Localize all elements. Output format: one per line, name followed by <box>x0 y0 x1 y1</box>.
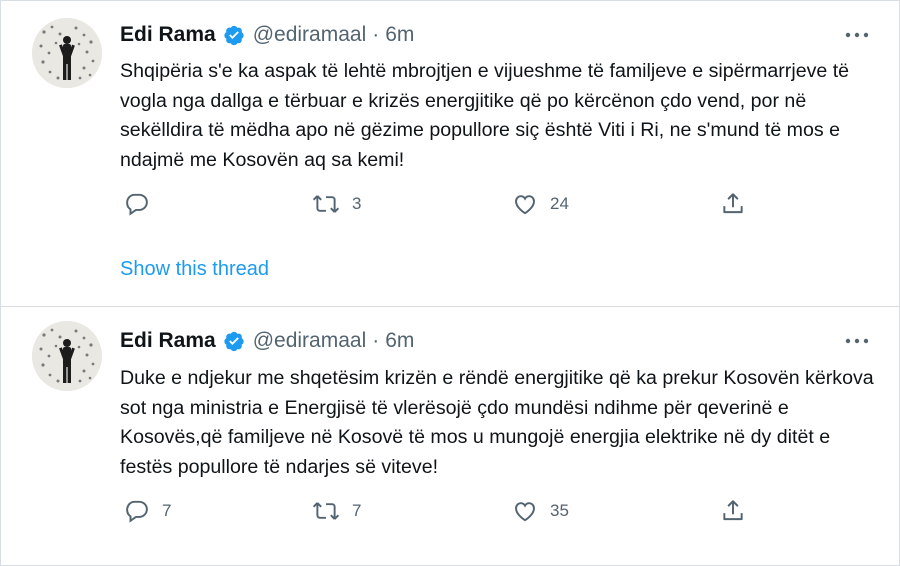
more-icon[interactable] <box>842 331 872 351</box>
tweet-actions: 3 24 <box>120 189 760 219</box>
show-thread-link[interactable]: Show this thread <box>120 258 269 281</box>
tweet-actions: 7 7 35 <box>120 496 760 526</box>
tweet[interactable]: Edi Rama @ediramaal · 6m Shqipëria s'e k… <box>0 0 900 307</box>
author-name[interactable]: Edi Rama <box>120 329 216 353</box>
author-name[interactable]: Edi Rama <box>120 23 216 47</box>
like-count: 35 <box>550 501 569 520</box>
avatar-image <box>32 18 102 88</box>
retweet-button[interactable]: 3 <box>312 189 361 219</box>
like-count: 24 <box>550 194 569 213</box>
like-button[interactable]: 35 <box>512 496 569 526</box>
reply-icon <box>126 193 148 216</box>
tweet-header: Edi Rama @ediramaal · 6m <box>120 326 414 356</box>
retweet-icon <box>312 502 340 520</box>
heart-icon <box>515 502 535 522</box>
verified-badge-icon <box>223 330 245 352</box>
more-icon[interactable] <box>842 25 872 45</box>
avatar[interactable] <box>32 18 102 88</box>
timestamp[interactable]: 6m <box>385 329 414 353</box>
reply-icon <box>126 500 148 523</box>
tweet-text: Shqipëria s'e ka aspak të lehtë mbrojtje… <box>120 60 850 171</box>
verified-badge-icon <box>223 24 245 46</box>
reply-button[interactable] <box>124 189 162 219</box>
share-button[interactable] <box>720 496 746 526</box>
separator-dot: · <box>372 23 380 46</box>
like-button[interactable]: 24 <box>512 189 569 219</box>
retweet-count: 3 <box>352 194 362 213</box>
tweet-text: Duke e ndjekur me shqetësim krizën e rën… <box>120 367 874 478</box>
share-button[interactable] <box>720 189 746 219</box>
retweet-button[interactable]: 7 <box>312 496 361 526</box>
heart-icon <box>515 195 535 215</box>
separator-dot: · <box>372 329 380 352</box>
tweet-header: Edi Rama @ediramaal · 6m <box>120 20 414 50</box>
share-icon <box>723 500 743 521</box>
avatar[interactable] <box>32 321 102 391</box>
tweet[interactable]: Edi Rama @ediramaal · 6m Duke e ndjekur … <box>0 307 900 566</box>
timestamp[interactable]: 6m <box>385 23 414 47</box>
retweet-icon <box>312 195 340 213</box>
retweet-count: 7 <box>352 501 362 520</box>
reply-button[interactable]: 7 <box>124 496 171 526</box>
author-handle[interactable]: @ediramaal <box>253 329 367 353</box>
reply-count: 7 <box>162 501 172 520</box>
share-icon <box>723 193 743 214</box>
author-handle[interactable]: @ediramaal <box>253 23 367 47</box>
avatar-image <box>32 321 102 391</box>
